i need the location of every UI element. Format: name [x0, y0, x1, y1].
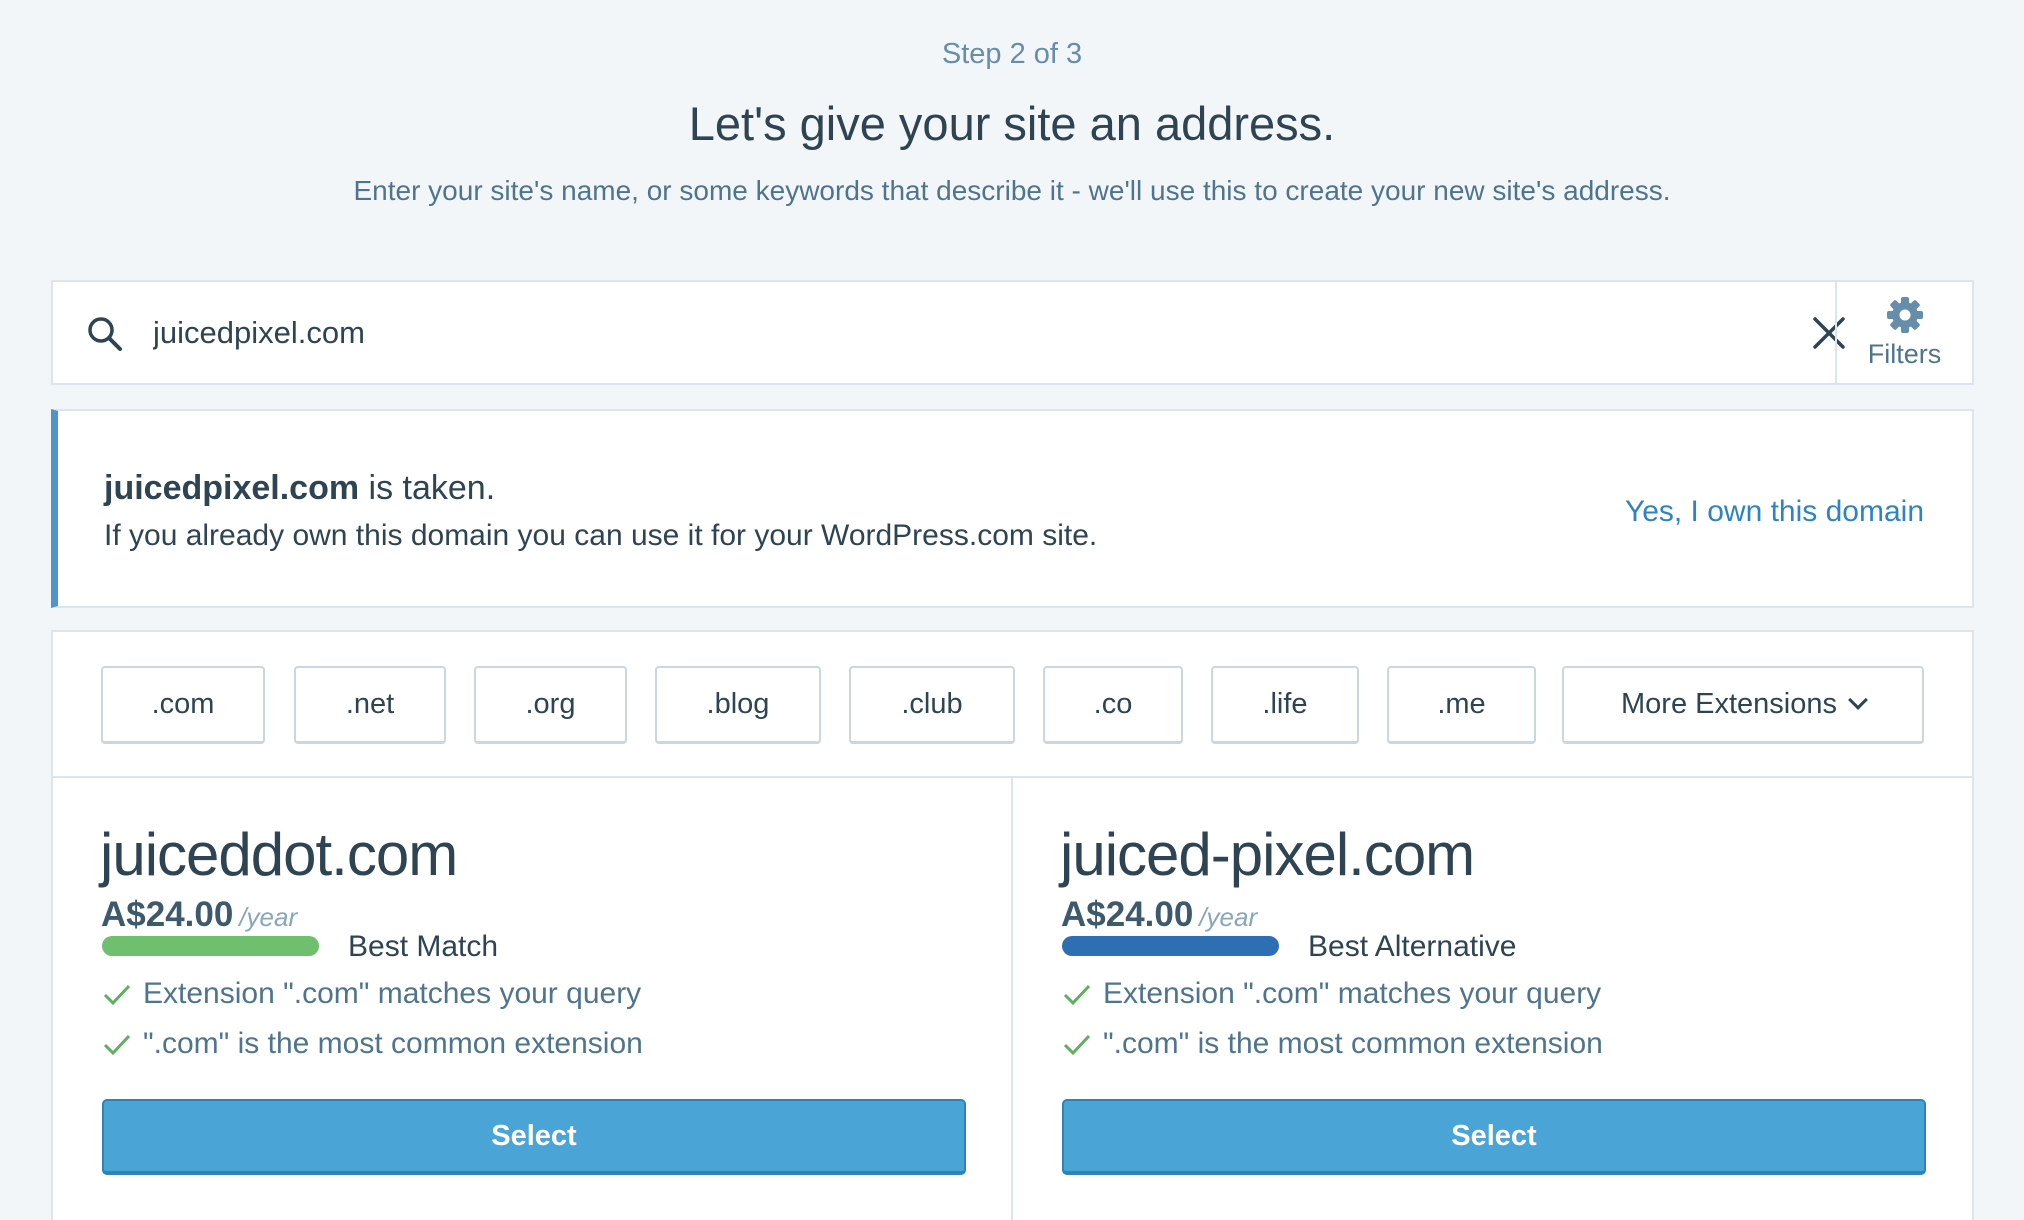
page-subtitle: Enter your site's name, or some keywords…	[353, 175, 1671, 206]
domain-price: A$24.00/year	[101, 895, 297, 935]
match-reason: Extension ".com" matches your query	[101, 977, 641, 1011]
match-reason: ".com" is the most common extension	[1061, 1027, 1603, 1061]
domain-results-panel: .com .net .org .blog .club .co .life .me…	[51, 630, 1974, 1220]
taken-text: is taken.	[359, 469, 496, 507]
match-reason-text: ".com" is the most common extension	[1103, 1027, 1603, 1060]
tld-button-me[interactable]: .me	[1387, 666, 1536, 744]
domain-search-bar: Filters	[51, 280, 1974, 385]
page-title: Let's give your site an address.	[688, 97, 1336, 150]
checkmark-icon	[103, 1034, 131, 1056]
domain-price: A$24.00/year	[1061, 895, 1257, 935]
tld-button-co[interactable]: .co	[1043, 666, 1183, 744]
search-icon	[88, 317, 122, 351]
tld-button-club[interactable]: .club	[849, 666, 1015, 744]
tld-button-blog[interactable]: .blog	[655, 666, 821, 744]
domain-search-input[interactable]	[153, 282, 1753, 383]
domain-suggestion-card: juiced-pixel.com A$24.00/year Best Alter…	[1013, 778, 1971, 1220]
select-domain-button[interactable]: Select	[1062, 1099, 1926, 1175]
match-strength-bar	[1062, 936, 1279, 956]
more-extensions-label: More Extensions	[1621, 688, 1837, 720]
own-domain-link[interactable]: Yes, I own this domain	[1625, 495, 1924, 529]
checkmark-icon	[1063, 984, 1091, 1006]
match-reason-text: Extension ".com" matches your query	[1103, 977, 1602, 1010]
select-domain-button[interactable]: Select	[102, 1099, 966, 1175]
tld-button-com[interactable]: .com	[101, 666, 265, 744]
price-period: /year	[239, 902, 298, 932]
price-amount: A$24.00	[101, 895, 234, 934]
match-reason: Extension ".com" matches your query	[1061, 977, 1601, 1011]
tld-filter-row: .com .net .org .blog .club .co .life .me…	[53, 632, 1972, 778]
domain-taken-notice: juicedpixel.com is taken. If you already…	[51, 409, 1974, 608]
match-label: Best Alternative	[1308, 930, 1517, 963]
taken-domain-name: juicedpixel.com	[104, 469, 360, 507]
match-reason-text: Extension ".com" matches your query	[143, 977, 642, 1010]
more-extensions-button[interactable]: More Extensions	[1562, 666, 1924, 744]
match-reason: ".com" is the most common extension	[101, 1027, 643, 1061]
checkmark-icon	[103, 984, 131, 1006]
filters-button[interactable]: Filters	[1835, 282, 1972, 383]
price-amount: A$24.00	[1061, 895, 1194, 934]
checkmark-icon	[1063, 1034, 1091, 1056]
gear-icon	[1886, 297, 1923, 333]
filters-label: Filters	[1867, 339, 1942, 369]
domain-suggestion-card: juiceddot.com A$24.00/year Best Match Ex…	[53, 778, 1011, 1220]
domain-search-page: Step 2 of 3 Let's give your site an addr…	[0, 0, 2024, 1220]
price-period: /year	[1199, 902, 1258, 932]
notice-message: If you already own this domain you can u…	[104, 519, 1098, 552]
tld-button-net[interactable]: .net	[294, 666, 446, 744]
chevron-down-icon	[1848, 689, 1868, 710]
tld-button-life[interactable]: .life	[1211, 666, 1359, 744]
suggested-domain-name: juiceddot.com	[100, 821, 458, 888]
suggested-domain-name: juiced-pixel.com	[1060, 821, 1475, 888]
match-label: Best Match	[348, 930, 499, 963]
match-strength-bar	[102, 936, 319, 956]
step-indicator: Step 2 of 3	[941, 38, 1083, 70]
tld-button-org[interactable]: .org	[474, 666, 627, 744]
match-reason-text: ".com" is the most common extension	[143, 1027, 643, 1060]
notice-heading: juicedpixel.com is taken.	[104, 469, 495, 508]
